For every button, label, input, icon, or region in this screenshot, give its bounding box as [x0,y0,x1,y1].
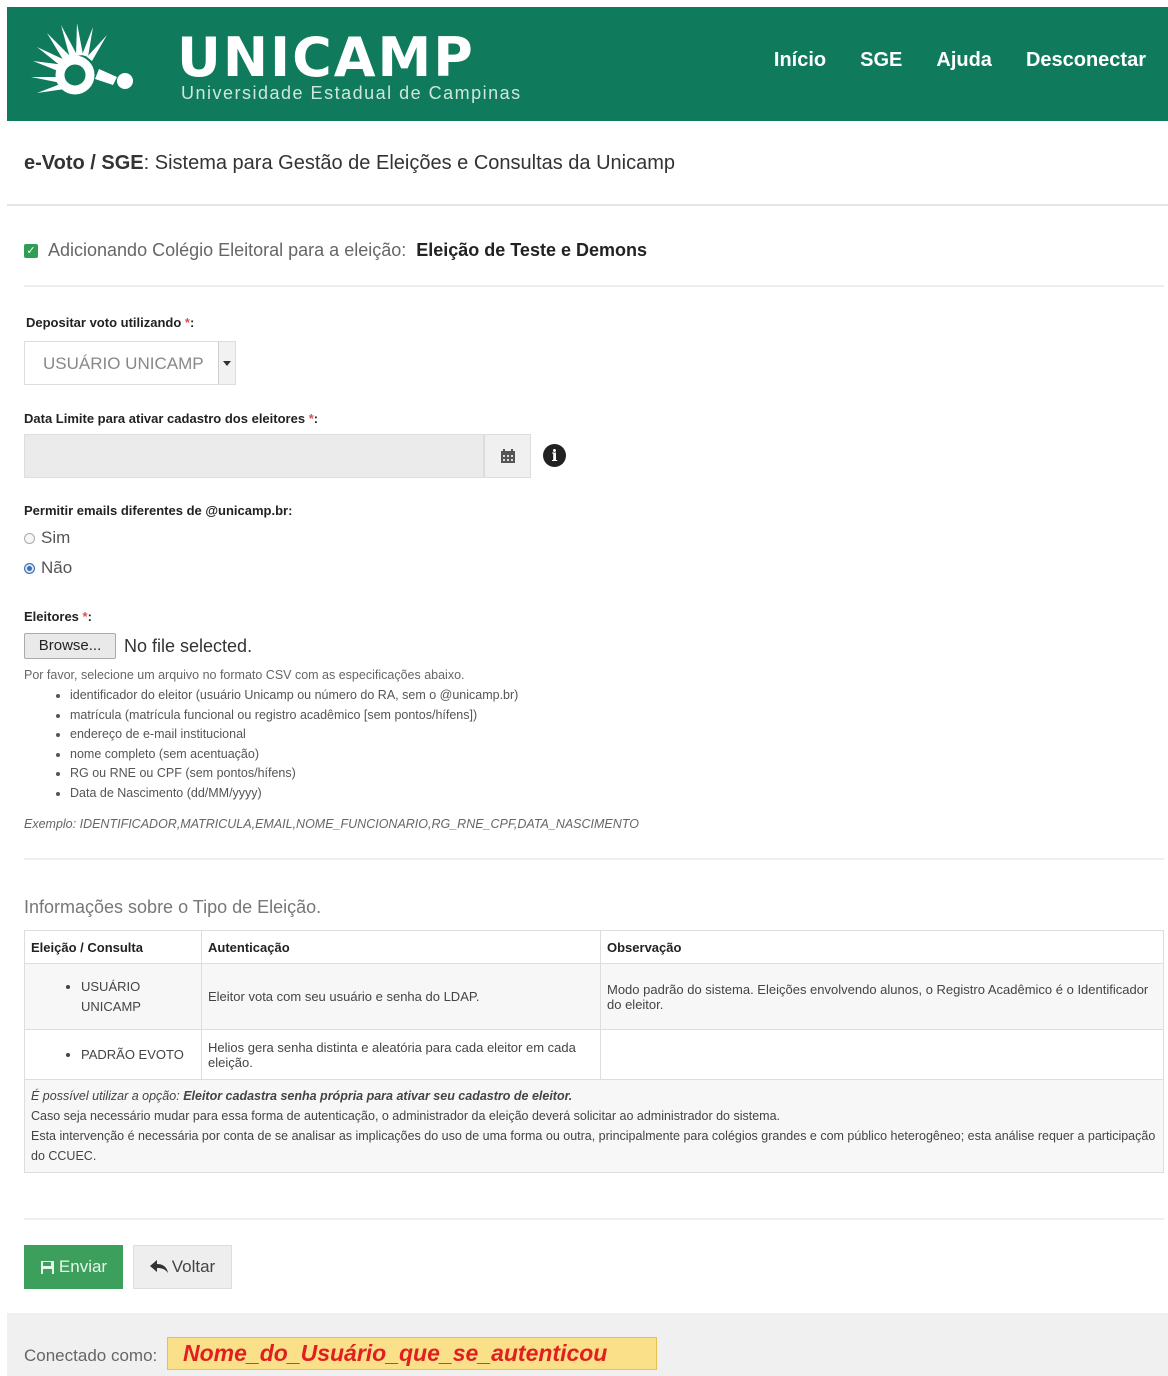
radio-nao-control[interactable] [24,562,35,574]
brand-subtitle: Universidade Estadual de Campinas [181,83,522,103]
vote-method-label-text: Depositar voto utilizando [26,315,182,330]
label-colon: : [189,315,195,330]
dropdown-arrow-icon[interactable] [218,342,235,384]
csv-example: Exemplo: IDENTIFICADOR,MATRICULA,EMAIL,N… [24,817,639,831]
help-item: Data de Nascimento (dd/MM/yyyy) [70,784,518,804]
label-colon: : [313,411,319,426]
csv-help: Por favor, selecione um arquivo no forma… [24,668,518,804]
browse-button[interactable]: Browse... [24,633,116,659]
voters-label: Eleitores *: [24,609,92,624]
cell-obs: Modo padrão do sistema. Eleições envolve… [600,963,1164,1030]
note-line-2: Caso seja necessário mudar para essa for… [31,1109,780,1123]
deadline-date-input[interactable] [24,434,484,478]
radio-sim-label: Sim [41,528,71,547]
example-value: IDENTIFICADOR,MATRICULA,EMAIL,NOME_FUNCI… [79,817,639,831]
divider [24,858,1164,860]
table-row: USUÁRIO UNICAMP Eleitor vota com seu usu… [24,963,1164,1030]
help-item: endereço de e-mail institucional [70,725,518,745]
col-header-auth: Autenticação [201,930,601,964]
deadline-label-text: Data Limite para ativar cadastro dos ele… [24,411,306,426]
context-notice: ✓ Adicionando Colégio Eleitoral para a e… [24,240,647,261]
connected-as-label: Conectado como: [24,1346,158,1365]
help-item: matrícula (matrícula funcional ou regist… [70,706,518,726]
type-item: USUÁRIO UNICAMP [81,977,195,1017]
back-button[interactable]: Voltar [133,1245,232,1289]
col-header-obs: Observação [600,930,1164,964]
note-option: Eleitor cadastra senha própria para ativ… [183,1089,573,1103]
example-label: Exemplo: [24,817,77,831]
label-colon: : [87,609,92,624]
send-label: Enviar [58,1257,108,1276]
vote-method-select[interactable]: USUÁRIO UNICAMP [24,341,236,385]
nav-sge[interactable]: SGE [860,49,902,72]
note-line-3: Esta intervenção é necessária por conta … [31,1129,1156,1163]
election-name: Eleição de Teste e Demons [416,240,647,260]
username-highlight: Nome_do_Usuário_que_se_autenticou [167,1337,657,1370]
cell-type: PADRÃO EVOTO [24,1029,202,1080]
nav-ajuda[interactable]: Ajuda [936,49,992,72]
vote-method-value: USUÁRIO UNICAMP [43,354,204,373]
help-item: RG ou RNE ou CPF (sem pontos/hífens) [70,764,518,784]
notice-text: Adicionando Colégio Eleitoral para a ele… [48,240,407,260]
nav-inicio[interactable]: Início [774,49,826,72]
divider [24,1218,1164,1220]
help-item: nome completo (sem acentuação) [70,745,518,765]
cell-obs [600,1029,1164,1080]
table-note: É possível utilizar a opção: Eleitor cad… [24,1079,1164,1173]
site-header: UNICAMP Universidade Estadual de Campina… [7,7,1168,121]
col-header-type: Eleição / Consulta [24,930,202,964]
vote-method-label: Depositar voto utilizando *: [26,315,194,330]
calendar-button[interactable] [484,434,531,478]
calendar-icon [500,449,515,463]
deadline-label: Data Limite para ativar cadastro dos ele… [24,411,318,426]
radio-nao[interactable]: Não [24,558,72,578]
unicamp-logo-icon [31,23,133,95]
cell-auth: Helios gera senha distinta e aleatória p… [201,1029,601,1080]
type-item: PADRÃO EVOTO [81,1045,195,1065]
send-button[interactable]: Enviar [24,1245,123,1289]
radio-sim-control[interactable] [24,532,35,544]
cell-auth: Eleitor vota com seu usuário e senha do … [201,963,601,1030]
help-intro: Por favor, selecione um arquivo no forma… [24,668,465,682]
help-item: identificador do eleitor (usuário Unicam… [70,686,518,706]
radio-nao-label: Não [41,558,73,577]
check-icon: ✓ [24,243,38,258]
emails-label: Permitir emails diferentes de @unicamp.b… [24,503,293,518]
reply-arrow-icon [149,1260,168,1273]
app-description: : Sistema para Gestão de Eleições e Cons… [143,152,676,174]
note-prefix: É possível utilizar a opção: [31,1089,180,1103]
election-type-table: Eleição / Consulta Autenticação Observaç… [24,930,1164,1173]
brand-title: UNICAMP [177,26,475,89]
table-row: PADRÃO EVOTO Helios gera senha distinta … [24,1029,1164,1080]
app-short-name: e-Voto / SGE [24,152,144,174]
footer: Conectado como: Nome_do_Usuário_que_se_a… [7,1313,1168,1376]
cell-type: USUÁRIO UNICAMP [24,963,202,1030]
app-subheader: e-Voto / SGE: Sistema para Gestão de Ele… [7,122,1168,206]
app-title: e-Voto / SGE: Sistema para Gestão de Ele… [24,152,675,175]
back-label: Voltar [171,1257,216,1276]
divider [24,285,1164,287]
no-file-text: No file selected. [124,636,253,656]
radio-sim[interactable]: Sim [24,528,70,548]
info-title: Informações sobre o Tipo de Eleição. [24,897,322,917]
table-header-row: Eleição / Consulta Autenticação Observaç… [24,930,1164,964]
nav-desconectar[interactable]: Desconectar [1026,49,1146,72]
voters-label-text: Eleitores [24,609,79,624]
info-icon[interactable]: i [543,444,566,467]
table-note-row: É possível utilizar a opção: Eleitor cad… [24,1079,1164,1173]
main-nav: Início SGE Ajuda Desconectar [774,49,1146,72]
note-line-1: É possível utilizar a opção: Eleitor cad… [31,1086,1157,1106]
help-list: identificador do eleitor (usuário Unicam… [24,686,518,804]
save-icon [40,1260,54,1274]
